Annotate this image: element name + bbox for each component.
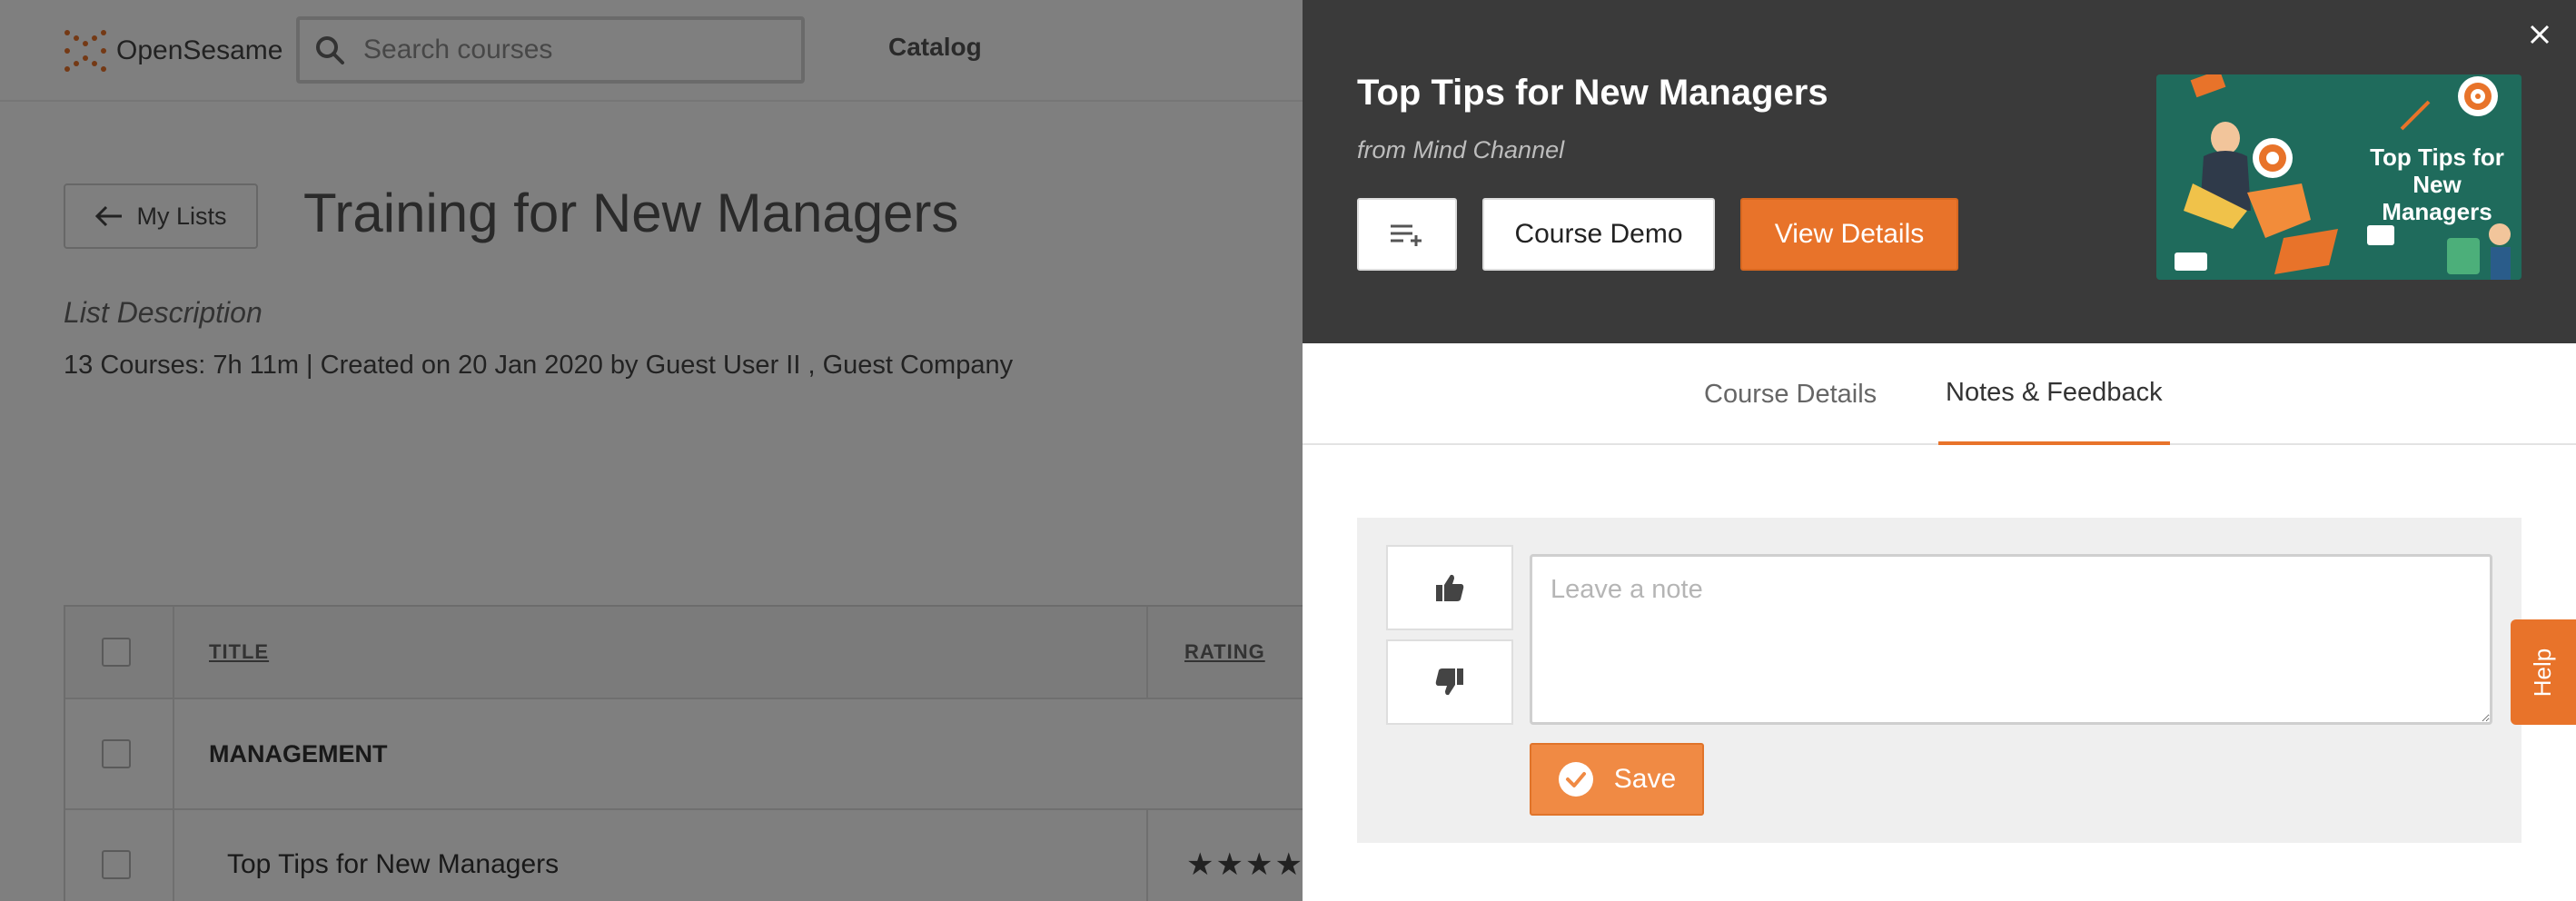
- save-note-button[interactable]: Save: [1530, 743, 1704, 816]
- view-details-button[interactable]: View Details: [1740, 198, 1958, 271]
- tab-notes-feedback[interactable]: Notes & Feedback: [1938, 343, 2170, 445]
- check-circle-icon: [1558, 762, 1593, 797]
- panel-header: Top Tips for New Managers from Mind Chan…: [1303, 0, 2576, 343]
- thumbnail-title: Top Tips for New Managers: [2370, 144, 2504, 225]
- thumbs-down-button[interactable]: [1386, 639, 1513, 725]
- help-label: Help: [2529, 648, 2557, 697]
- close-button[interactable]: [2522, 16, 2558, 53]
- course-thumbnail: Top Tips for New Managers: [2156, 74, 2522, 280]
- save-label: Save: [1613, 764, 1677, 794]
- add-to-list-button[interactable]: [1357, 198, 1457, 271]
- course-title: Top Tips for New Managers: [1357, 73, 1828, 113]
- add-to-list-icon: [1391, 224, 1422, 246]
- thumbs-down-icon: [1435, 668, 1463, 696]
- course-source: from Mind Channel: [1357, 136, 1565, 163]
- close-icon: [2530, 25, 2550, 45]
- thumbs-up-button[interactable]: [1386, 545, 1513, 630]
- notes-feedback-section: Save: [1357, 518, 2522, 843]
- panel-tabs: Course Details Notes & Feedback: [1303, 343, 2576, 445]
- note-textarea[interactable]: [1530, 554, 2492, 725]
- course-detail-panel: Top Tips for New Managers from Mind Chan…: [1303, 0, 2576, 901]
- thumbs-up-icon: [1436, 574, 1464, 601]
- tab-course-details[interactable]: Course Details: [1704, 343, 1877, 445]
- course-demo-button[interactable]: Course Demo: [1482, 198, 1715, 271]
- help-button[interactable]: Help: [2511, 619, 2576, 725]
